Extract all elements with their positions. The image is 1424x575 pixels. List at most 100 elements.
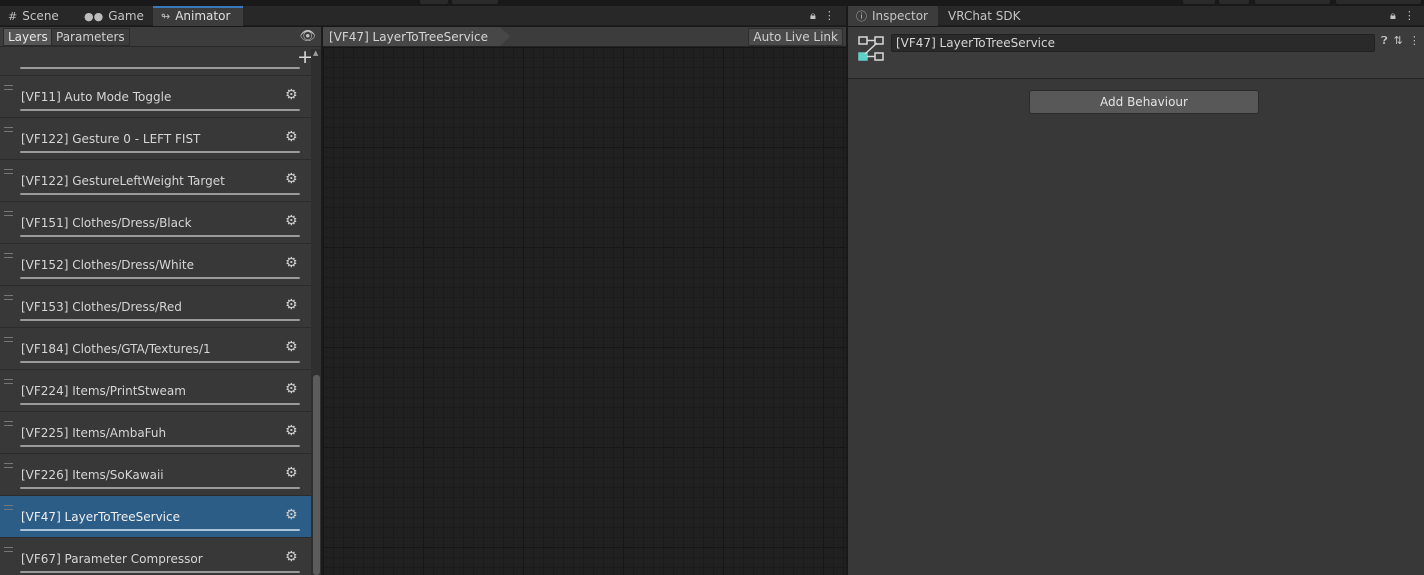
gear-icon[interactable]: ⚙ <box>285 549 298 565</box>
grid-icon: # <box>8 9 18 23</box>
lock-icon[interactable]: 🔒︎ <box>1390 9 1396 23</box>
drag-handle-icon[interactable] <box>4 379 13 384</box>
layer-weight-bar <box>20 151 300 153</box>
layer-name: [VF152] Clothes/Dress/White <box>21 258 194 272</box>
eye-icon[interactable]: 👁︎ <box>299 29 316 44</box>
drag-handle-icon[interactable] <box>4 421 13 426</box>
tab-parameters[interactable]: Parameters <box>51 28 130 46</box>
layer-name: [VF67] Parameter Compressor <box>21 552 203 566</box>
layer-row[interactable]: [VF153] Clothes/Dress/Red ⚙ <box>0 286 311 328</box>
layer-name: [VF122] GestureLeftWeight Target <box>21 174 225 188</box>
layer-list: [VF11] Auto Mode Toggle ⚙ [VF122] Gesture … <box>0 48 311 575</box>
blend-tree-icon <box>858 36 884 61</box>
more-menu-icon[interactable]: ⋮ <box>1409 34 1420 48</box>
layer-weight-bar <box>20 277 300 279</box>
drag-handle-icon[interactable] <box>4 169 13 174</box>
drag-handle-icon[interactable] <box>4 253 13 258</box>
layer-name: [VF151] Clothes/Dress/Black <box>21 216 192 230</box>
layer-row[interactable]: [VF184] Clothes/GTA/Textures/1 ⚙ <box>0 328 311 370</box>
drag-handle-icon[interactable] <box>4 127 13 132</box>
tab-scene[interactable]: # Scene <box>0 6 67 26</box>
info-icon: ⓘ <box>856 10 867 23</box>
animator-graph-canvas[interactable] <box>323 47 846 575</box>
tab-game[interactable]: ●● Game <box>76 6 152 26</box>
drag-handle-icon[interactable] <box>4 337 13 342</box>
layer-name: [VF224] Items/PrintStweam <box>21 384 186 398</box>
tab-animator[interactable]: ↬ Animator <box>153 6 243 26</box>
layer-weight-bar <box>20 319 300 321</box>
layer-row[interactable]: [VF47] LayerToTreeService ⚙ <box>0 496 311 538</box>
layer-name: [VF225] Items/AmbaFuh <box>21 426 167 440</box>
layer-row[interactable]: [VF151] Clothes/Dress/Black ⚙ <box>0 202 311 244</box>
drag-handle-icon[interactable] <box>4 463 13 468</box>
tab-label: VRChat SDK <box>948 9 1021 23</box>
right-tab-bar: ⓘ Inspector VRChat SDK 🔒︎ ⋮ <box>848 6 1424 26</box>
layer-weight-bar <box>20 445 300 447</box>
animator-icon: ↬ <box>161 9 171 23</box>
breadcrumb[interactable]: [VF47] LayerToTreeService <box>323 27 510 46</box>
gear-icon[interactable]: ⚙ <box>285 171 298 187</box>
layer-row[interactable]: [VF122] GestureLeftWeight Target ⚙ <box>0 160 311 202</box>
graph-toolbar: [VF47] LayerToTreeService Auto Live Link <box>323 27 846 47</box>
layer-weight-bar <box>20 403 300 405</box>
preset-icon[interactable]: ⇅ <box>1394 34 1403 48</box>
layer-row[interactable]: [VF152] Clothes/Dress/White ⚙ <box>0 244 311 286</box>
left-tab-bar: # Scene ●● Game ↬ Animator 🔒︎ ⋮ <box>0 6 846 26</box>
layer-row[interactable]: [VF225] Items/AmbaFuh ⚙ <box>0 412 311 454</box>
gear-icon[interactable]: ⚙ <box>285 129 298 145</box>
layer-weight-bar <box>20 571 300 573</box>
gear-icon[interactable]: ⚙ <box>285 297 298 313</box>
drag-handle-icon[interactable] <box>4 505 13 510</box>
gamepad-icon: ●● <box>84 9 104 23</box>
layer-name: [VF122] Gesture 0 - LEFT FIST <box>21 132 201 146</box>
scroll-up-arrow-icon[interactable]: ▲ <box>313 49 318 57</box>
add-behaviour-button[interactable]: Add Behaviour <box>1029 90 1259 114</box>
layer-weight-bar <box>20 109 300 111</box>
scrollbar-thumb[interactable] <box>313 375 320 575</box>
drag-handle-icon[interactable] <box>4 211 13 216</box>
layer-weight-bar <box>20 361 300 363</box>
auto-live-link-button[interactable]: Auto Live Link <box>748 28 843 46</box>
gear-icon[interactable]: ⚙ <box>285 213 298 229</box>
gear-icon[interactable]: ⚙ <box>285 423 298 439</box>
gear-icon[interactable]: ⚙ <box>285 339 298 355</box>
more-menu-icon[interactable]: ⋮ <box>824 9 835 23</box>
help-icon[interactable]: ❓︎ <box>1381 34 1388 48</box>
drag-handle-icon[interactable] <box>4 85 13 90</box>
tab-layers[interactable]: Layers <box>3 28 53 46</box>
layer-name: [VF153] Clothes/Dress/Red <box>21 300 182 314</box>
tab-vrchat-sdk[interactable]: VRChat SDK <box>940 6 1029 26</box>
layer-weight-bar <box>20 529 300 531</box>
add-layer-row: + <box>0 47 321 70</box>
layer-weight-bar <box>20 487 300 489</box>
tab-label: Inspector <box>872 9 928 23</box>
inspector-panel: [VF47] LayerToTreeService ❓︎ ⇅ ⋮ Add Beh… <box>848 27 1424 575</box>
tab-label: Scene <box>22 9 59 23</box>
tab-label: Game <box>108 9 144 23</box>
layer-name: [VF11] Auto Mode Toggle <box>21 90 172 104</box>
inspector-header: [VF47] LayerToTreeService ❓︎ ⇅ ⋮ <box>848 27 1424 79</box>
drag-handle-icon[interactable] <box>4 547 13 552</box>
gear-icon[interactable]: ⚙ <box>285 381 298 397</box>
object-name-field[interactable]: [VF47] LayerToTreeService <box>891 34 1375 52</box>
gear-icon[interactable]: ⚙ <box>285 255 298 271</box>
more-menu-icon[interactable]: ⋮ <box>1404 9 1415 23</box>
layer-name: [VF226] Items/SoKawaii <box>21 468 164 482</box>
layer-row[interactable]: [VF122] Gesture 0 - LEFT FIST ⚙ <box>0 118 311 160</box>
layer-weight-bar <box>20 235 300 237</box>
layer-name: [VF184] Clothes/GTA/Textures/1 <box>21 342 211 356</box>
layer-row[interactable]: [VF226] Items/SoKawaii ⚙ <box>0 454 311 496</box>
layer-row[interactable]: [VF67] Parameter Compressor ⚙ <box>0 538 311 575</box>
gear-icon[interactable]: ⚙ <box>285 507 298 523</box>
layers-panel: Layers Parameters 👁︎ [VF11] Auto Mode To… <box>0 27 322 575</box>
tab-label: Animator <box>175 9 231 23</box>
lock-icon[interactable]: 🔒︎ <box>810 9 816 23</box>
drag-handle-icon[interactable] <box>4 295 13 300</box>
gear-icon[interactable]: ⚙ <box>285 465 298 481</box>
layer-row[interactable]: [VF11] Auto Mode Toggle ⚙ <box>0 76 311 118</box>
layers-panel-toolbar: Layers Parameters 👁︎ <box>0 27 321 47</box>
tab-inspector[interactable]: ⓘ Inspector <box>848 6 938 26</box>
layer-row[interactable]: [VF224] Items/PrintStweam ⚙ <box>0 370 311 412</box>
layer-weight-bar <box>20 193 300 195</box>
gear-icon[interactable]: ⚙ <box>285 87 298 103</box>
